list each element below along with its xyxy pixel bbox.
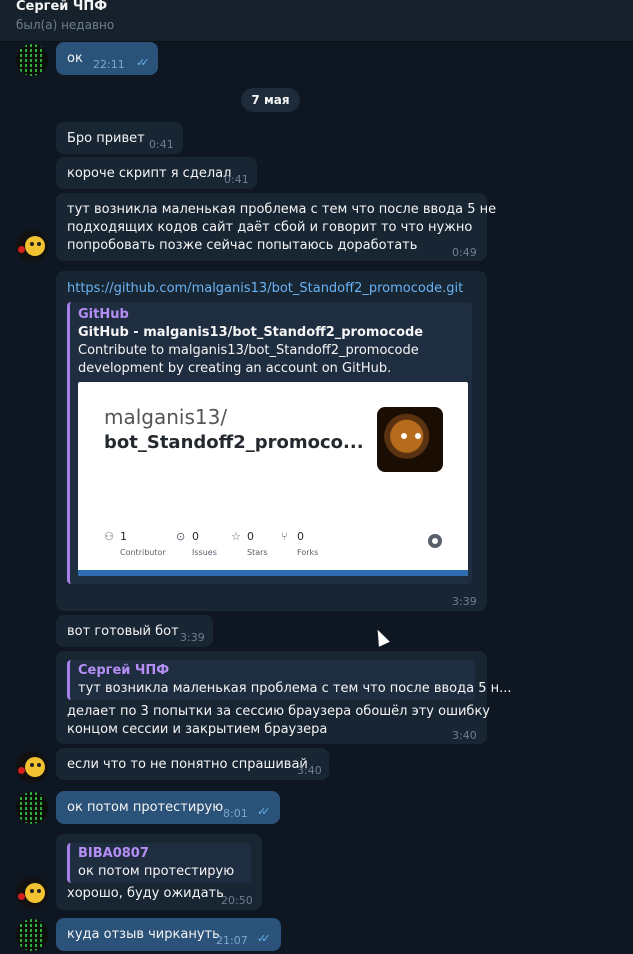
- message-text: если что то не понятно спрашивай: [67, 757, 308, 772]
- message-text: Бро привет: [67, 131, 145, 146]
- contact-name[interactable]: Сергей ЧПФ: [16, 0, 107, 14]
- avatar-self[interactable]: [16, 792, 48, 824]
- mouse-cursor-icon: [372, 627, 390, 647]
- message-time: 3:39: [452, 595, 477, 608]
- message-bubble-link[interactable]: https://github.com/malganis13/bot_Stando…: [56, 271, 487, 611]
- message-bubble[interactable]: если что то не понятно спрашивай 3:40: [56, 748, 329, 780]
- message-text: куда отзыв чиркануть: [67, 927, 220, 942]
- repo-avatar-image: [377, 407, 443, 472]
- message-time: 0:41: [149, 138, 174, 151]
- issue-icon: ⊙: [176, 530, 186, 543]
- star-icon: ☆: [231, 530, 241, 543]
- avatar-contact[interactable]: [16, 877, 48, 909]
- github-icon: [428, 534, 442, 548]
- message-time: 20:50: [221, 894, 253, 907]
- message-bubble[interactable]: короче скрипт я сделал 0:41: [56, 157, 257, 189]
- message-time: 3:39: [180, 631, 205, 644]
- reply-text: тут возникла маленькая проблема с тем чт…: [78, 681, 512, 696]
- message-text: вот готовый бот: [67, 624, 179, 639]
- double-check-icon: ✓✓: [136, 56, 150, 69]
- message-time: 3:40: [452, 729, 477, 742]
- message-time: 0:49: [452, 246, 477, 259]
- message-time: 8:01: [223, 807, 248, 820]
- reply-text: ок потом протестирую: [78, 864, 235, 879]
- avatar-self[interactable]: [16, 919, 48, 951]
- preview-site-name: GitHub: [78, 307, 129, 322]
- message-text: делает по 3 попытки за сессию браузера о…: [67, 704, 490, 737]
- date-separator[interactable]: 7 мая: [241, 88, 300, 112]
- reply-quote[interactable]: BIBA0807 ок потом протестирую: [67, 843, 251, 883]
- reply-author: Сергей ЧПФ: [78, 663, 170, 678]
- double-check-icon: ✓✓: [257, 932, 271, 945]
- people-icon: ⚇: [104, 530, 114, 543]
- message-time: 21:07: [216, 934, 248, 947]
- fork-icon: ⑂: [281, 530, 288, 543]
- message-bubble[interactable]: Бро привет 0:41: [56, 122, 183, 154]
- message-text: ок потом протестирую: [67, 800, 224, 815]
- card-owner: malganis13/: [104, 405, 228, 429]
- reply-author: BIBA0807: [78, 846, 149, 861]
- link-preview[interactable]: GitHub GitHub - malganis13/bot_Standoff2…: [67, 302, 472, 584]
- message-bubble[interactable]: ок потом протестирую 8:01 ✓✓: [56, 791, 280, 824]
- stat-label: Issues: [192, 548, 217, 557]
- chat-header[interactable]: Сергей ЧПФ был(а) недавно: [0, 0, 633, 42]
- preview-image[interactable]: malganis13/ bot_Standoff2_promoco... ⚇ 1…: [78, 382, 468, 576]
- message-text: хорошо, буду ожидать: [67, 886, 224, 901]
- message-text: тут возникла маленькая проблема с тем чт…: [67, 202, 497, 253]
- message-bubble[interactable]: куда отзыв чиркануть 21:07 ✓✓: [56, 918, 281, 951]
- preview-title: GitHub - malganis13/bot_Standoff2_promoc…: [78, 325, 424, 340]
- message-time: 3:40: [297, 764, 322, 777]
- preview-description: Contribute to malganis13/bot_Standoff2_p…: [78, 343, 419, 376]
- message-bubble-reply[interactable]: BIBA0807 ок потом протестирую хорошо, бу…: [56, 834, 262, 910]
- message-text: ок: [67, 51, 83, 66]
- message-time: 0:41: [224, 173, 249, 186]
- double-check-icon: ✓✓: [257, 805, 271, 818]
- card-accent-bar: [78, 570, 468, 576]
- stat-label: Contributor: [120, 548, 166, 557]
- message-link[interactable]: https://github.com/malganis13/bot_Stando…: [67, 280, 463, 298]
- message-bubble[interactable]: тут возникла маленькая проблема с тем чт…: [56, 193, 496, 261]
- message-time: 22:11: [93, 58, 125, 71]
- stat-label: Forks: [297, 548, 319, 557]
- card-repo-name: bot_Standoff2_promoco...: [104, 432, 364, 453]
- message-text: короче скрипт я сделал: [67, 166, 232, 181]
- avatar-contact[interactable]: [16, 751, 48, 783]
- message-bubble[interactable]: ок 22:11 ✓✓: [56, 42, 158, 75]
- message-bubble-reply[interactable]: Сергей ЧПФ тут возникла маленькая пробле…: [56, 651, 512, 744]
- avatar-self[interactable]: [16, 44, 48, 76]
- avatar-contact[interactable]: [16, 230, 48, 262]
- reply-quote[interactable]: Сергей ЧПФ тут возникла маленькая пробле…: [67, 660, 512, 700]
- stat-label: Stars: [247, 548, 268, 557]
- contact-status: был(а) недавно: [16, 18, 115, 32]
- message-bubble[interactable]: вот готовый бот 3:39: [56, 615, 213, 647]
